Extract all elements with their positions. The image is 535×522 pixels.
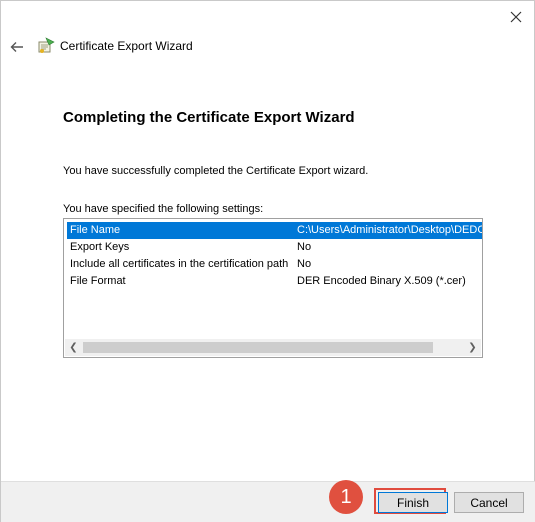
settings-row-file-format[interactable]: File Format DER Encoded Binary X.509 (*.… xyxy=(67,273,482,290)
step-number-badge: 1 xyxy=(329,480,363,514)
finish-button[interactable]: Finish xyxy=(378,492,448,513)
settings-list[interactable]: File Name C:\Users\Administrator\Desktop… xyxy=(63,218,483,358)
settings-label: You have specified the following setting… xyxy=(63,203,264,215)
setting-value: No xyxy=(297,258,312,270)
setting-name: File Name xyxy=(70,224,121,236)
wizard-window: Certificate Export Wizard Completing the… xyxy=(0,0,535,522)
setting-name: Include all certificates in the certific… xyxy=(70,258,289,270)
certificate-wizard-icon xyxy=(38,37,55,53)
horizontal-scrollbar[interactable]: ❮ ❯ xyxy=(65,339,481,356)
setting-value: No xyxy=(297,241,312,253)
completion-message: You have successfully completed the Cert… xyxy=(63,165,369,177)
back-button[interactable] xyxy=(7,37,27,57)
setting-name: File Format xyxy=(70,275,126,287)
settings-row-export-keys[interactable]: Export Keys No xyxy=(67,239,482,256)
settings-row-file-name[interactable]: File Name C:\Users\Administrator\Desktop… xyxy=(67,222,482,239)
wizard-title: Certificate Export Wizard xyxy=(60,39,193,53)
page-heading: Completing the Certificate Export Wizard xyxy=(63,109,355,126)
scrollbar-thumb[interactable] xyxy=(83,342,433,353)
scroll-right-icon[interactable]: ❯ xyxy=(464,339,481,356)
setting-value: C:\Users\Administrator\Desktop\DEDC xyxy=(297,224,483,236)
close-button[interactable] xyxy=(506,7,526,27)
setting-name: Export Keys xyxy=(70,241,130,253)
setting-value: DER Encoded Binary X.509 (*.cer) xyxy=(297,275,466,287)
cancel-button[interactable]: Cancel xyxy=(454,492,524,513)
close-icon xyxy=(510,11,522,23)
settings-row-include-all-certificates[interactable]: Include all certificates in the certific… xyxy=(67,256,482,273)
back-arrow-icon xyxy=(10,42,23,52)
scroll-left-icon[interactable]: ❮ xyxy=(65,339,82,356)
